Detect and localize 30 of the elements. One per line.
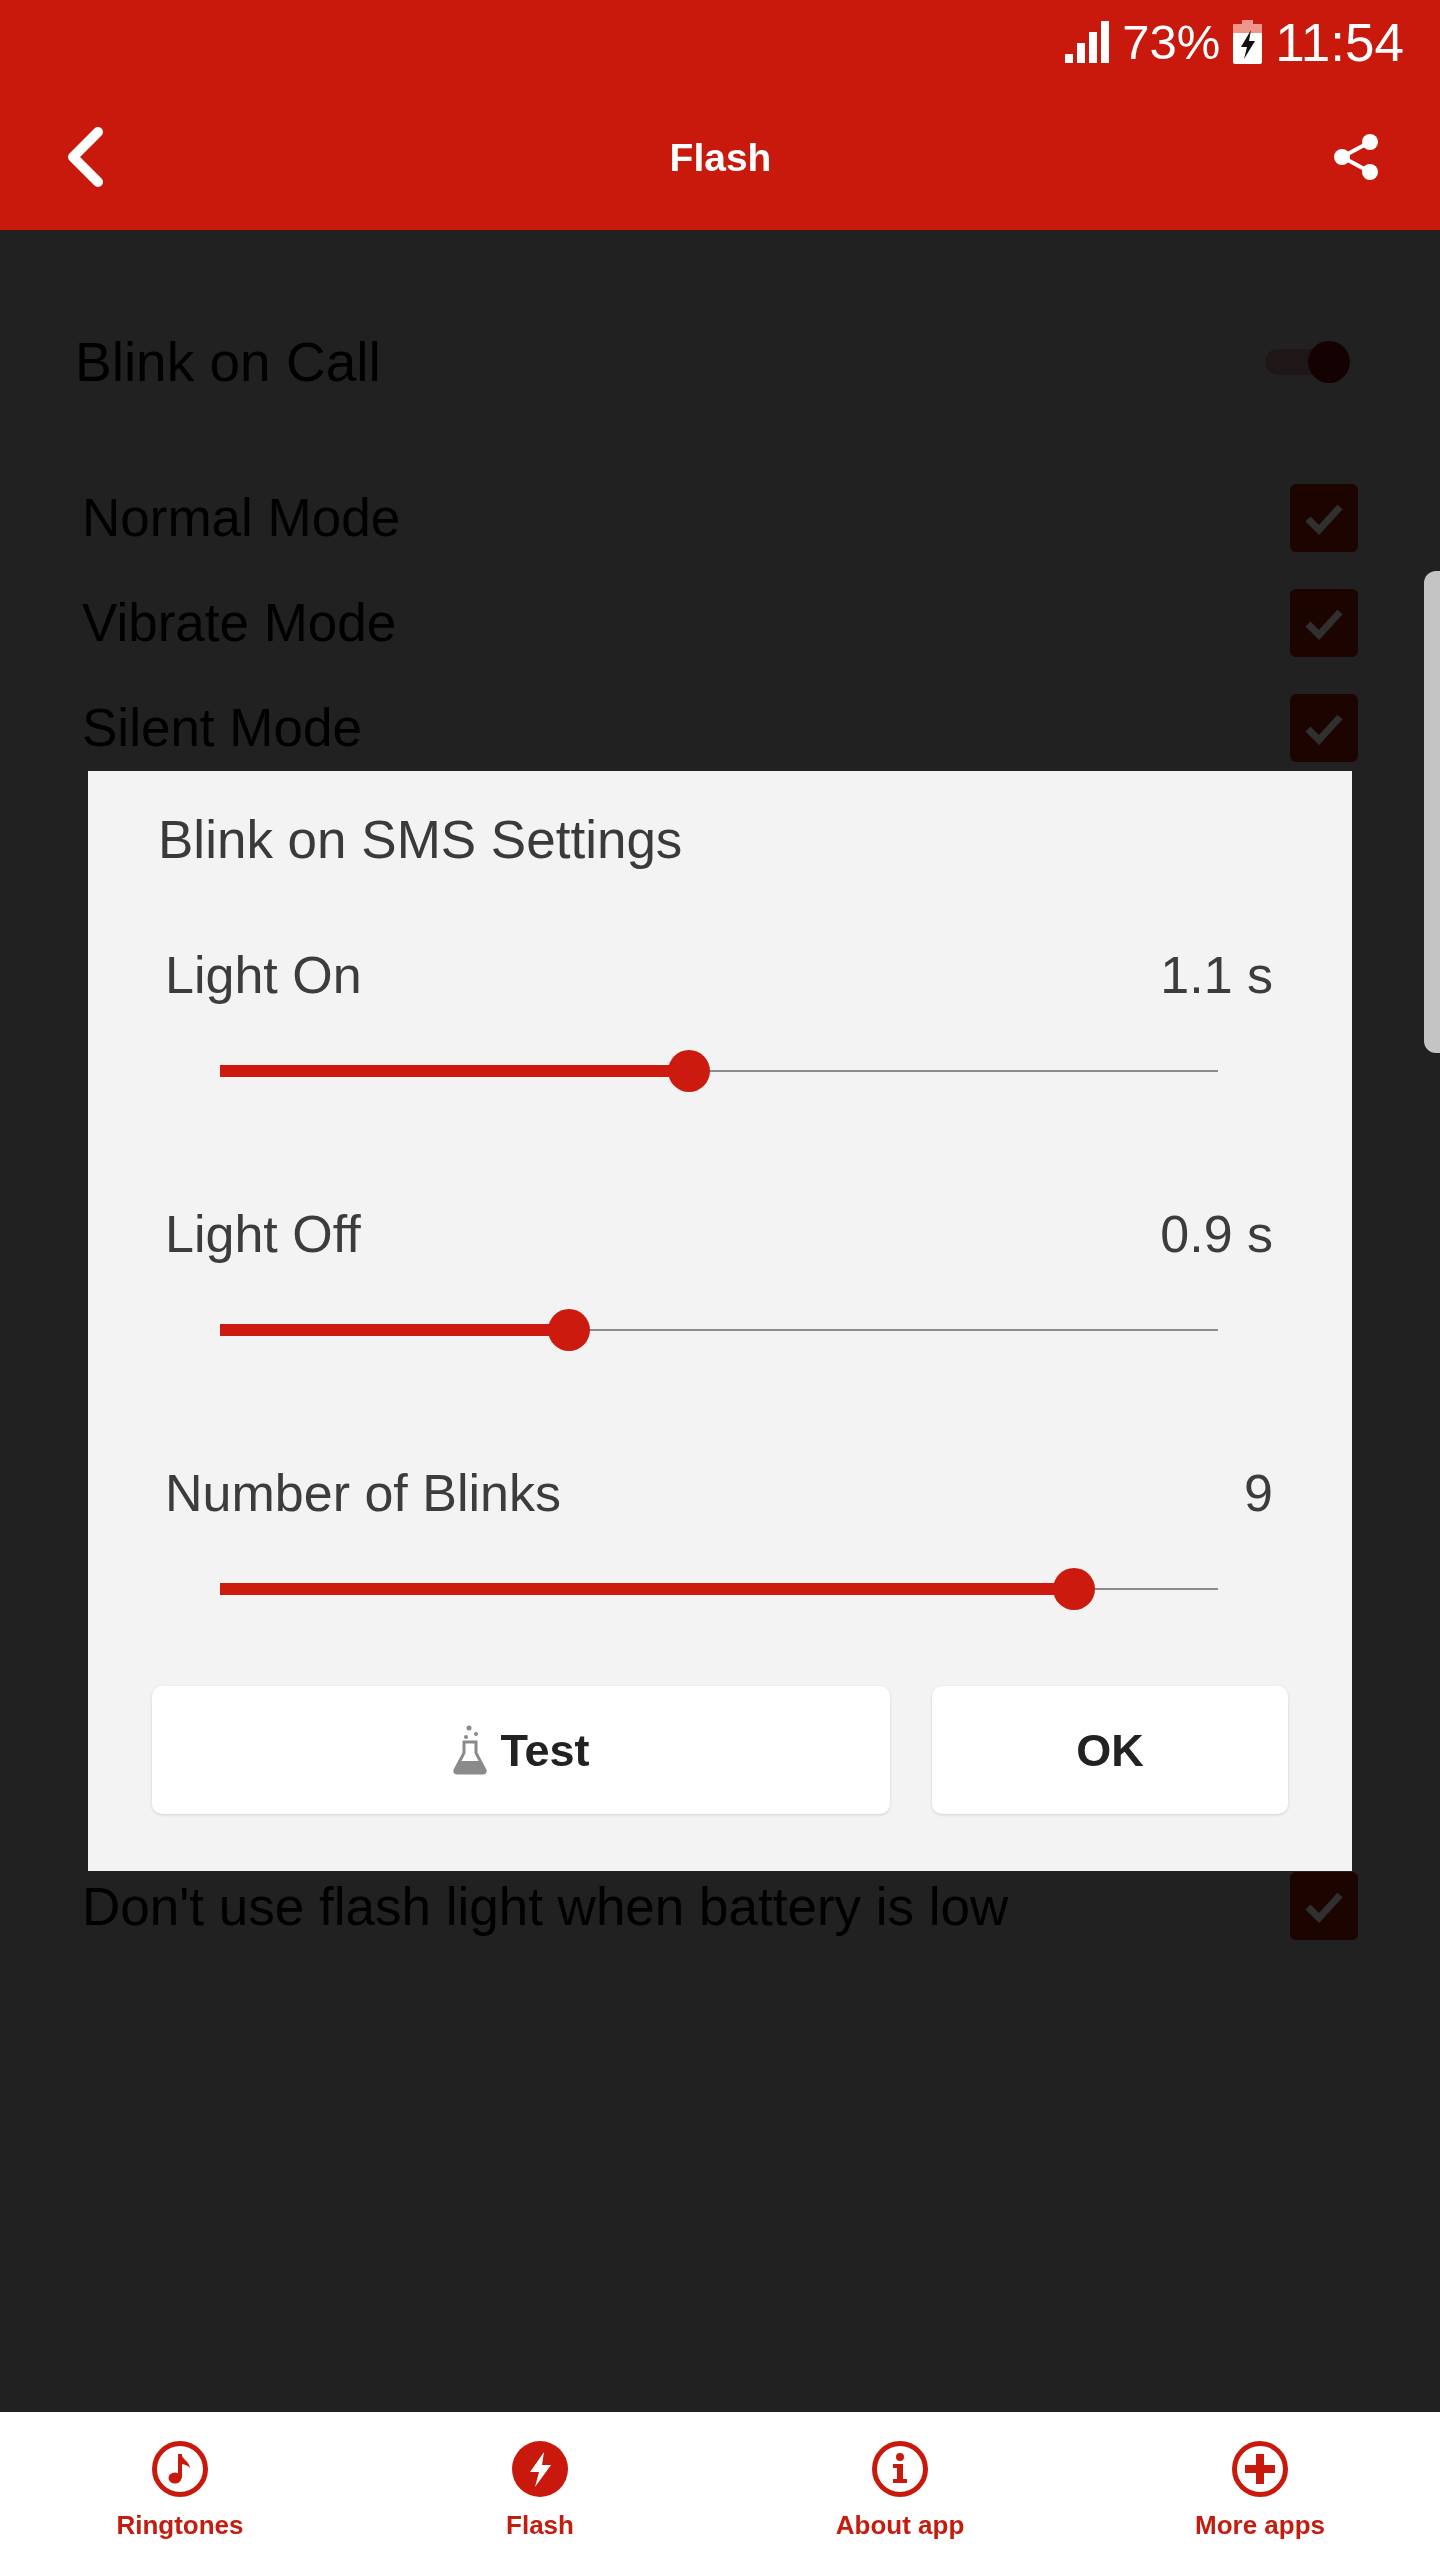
slider-thumb[interactable]	[548, 1309, 591, 1351]
slider-value: 1.1 s	[1160, 949, 1273, 1001]
ok-button[interactable]: OK	[932, 1686, 1288, 1814]
slider-label: Number of Blinks	[165, 1467, 561, 1519]
clock-time: 11:54	[1275, 15, 1404, 69]
slider-thumb[interactable]	[668, 1050, 711, 1092]
signal-icon	[1065, 21, 1110, 63]
battery-percent: 73%	[1122, 17, 1221, 67]
screen-title: Flash	[669, 137, 772, 177]
checkbox[interactable]	[1290, 588, 1358, 657]
test-button[interactable]: Test	[152, 1686, 890, 1814]
slider[interactable]	[220, 1568, 1218, 1610]
edge-panel-handle[interactable]	[1424, 571, 1440, 1053]
slider-value: 0.9 s	[1160, 1208, 1273, 1260]
checkbox[interactable]	[1290, 693, 1358, 762]
nav-tab[interactable]: More apps	[1080, 2412, 1440, 2560]
flask-icon	[452, 1725, 489, 1775]
share-icon	[1332, 133, 1380, 181]
nav-tab[interactable]: About app	[720, 2412, 1080, 2560]
checkbox[interactable]	[1290, 1872, 1358, 1940]
slider-thumb[interactable]	[1053, 1568, 1096, 1610]
checkbox[interactable]	[1290, 483, 1358, 552]
slider[interactable]	[220, 1309, 1218, 1351]
battery-charging-icon	[1233, 20, 1263, 64]
slider[interactable]	[220, 1050, 1218, 1092]
nav-tab[interactable]: Flash	[360, 2412, 720, 2560]
toggle-switch[interactable]	[1265, 341, 1350, 383]
nav-tab[interactable]: Ringtones	[0, 2412, 360, 2560]
slider-value: 9	[1244, 1467, 1273, 1519]
chevron-left-icon	[65, 126, 105, 188]
